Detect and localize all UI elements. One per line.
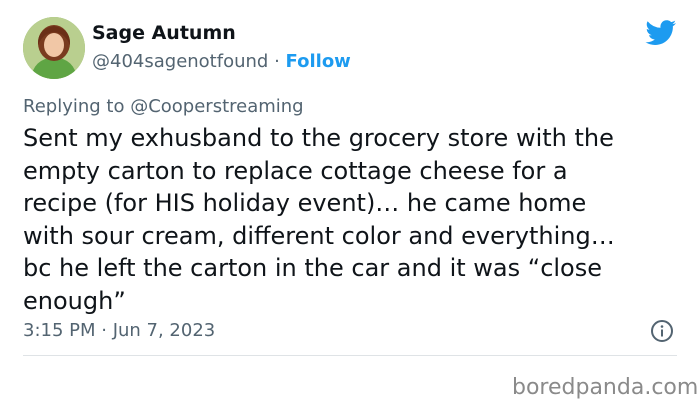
author-handle[interactable]: @404sagenotfound xyxy=(92,51,268,72)
replying-to-label: Replying to xyxy=(23,96,131,117)
avatar[interactable] xyxy=(23,17,85,79)
handle-row: @404sagenotfound · Follow xyxy=(92,51,351,72)
replying-to: Replying to @Cooperstreaming xyxy=(23,96,304,117)
watermark: boredpanda.com xyxy=(512,375,699,400)
twitter-bird-icon[interactable] xyxy=(645,20,677,46)
divider xyxy=(23,355,677,356)
tweet-card: Sage Autumn @404sagenotfound · Follow Re… xyxy=(0,0,700,375)
tweet-text: Sent my exhusband to the grocery store w… xyxy=(23,124,615,315)
avatar-image xyxy=(23,17,85,79)
author-name[interactable]: Sage Autumn xyxy=(92,22,236,44)
tweet-timestamp[interactable]: 3:15 PM · Jun 7, 2023 xyxy=(23,320,215,341)
info-icon[interactable] xyxy=(650,319,674,343)
separator-dot: · xyxy=(274,51,280,72)
replying-to-handle[interactable]: @Cooperstreaming xyxy=(130,96,303,117)
follow-button[interactable]: Follow xyxy=(286,51,351,72)
